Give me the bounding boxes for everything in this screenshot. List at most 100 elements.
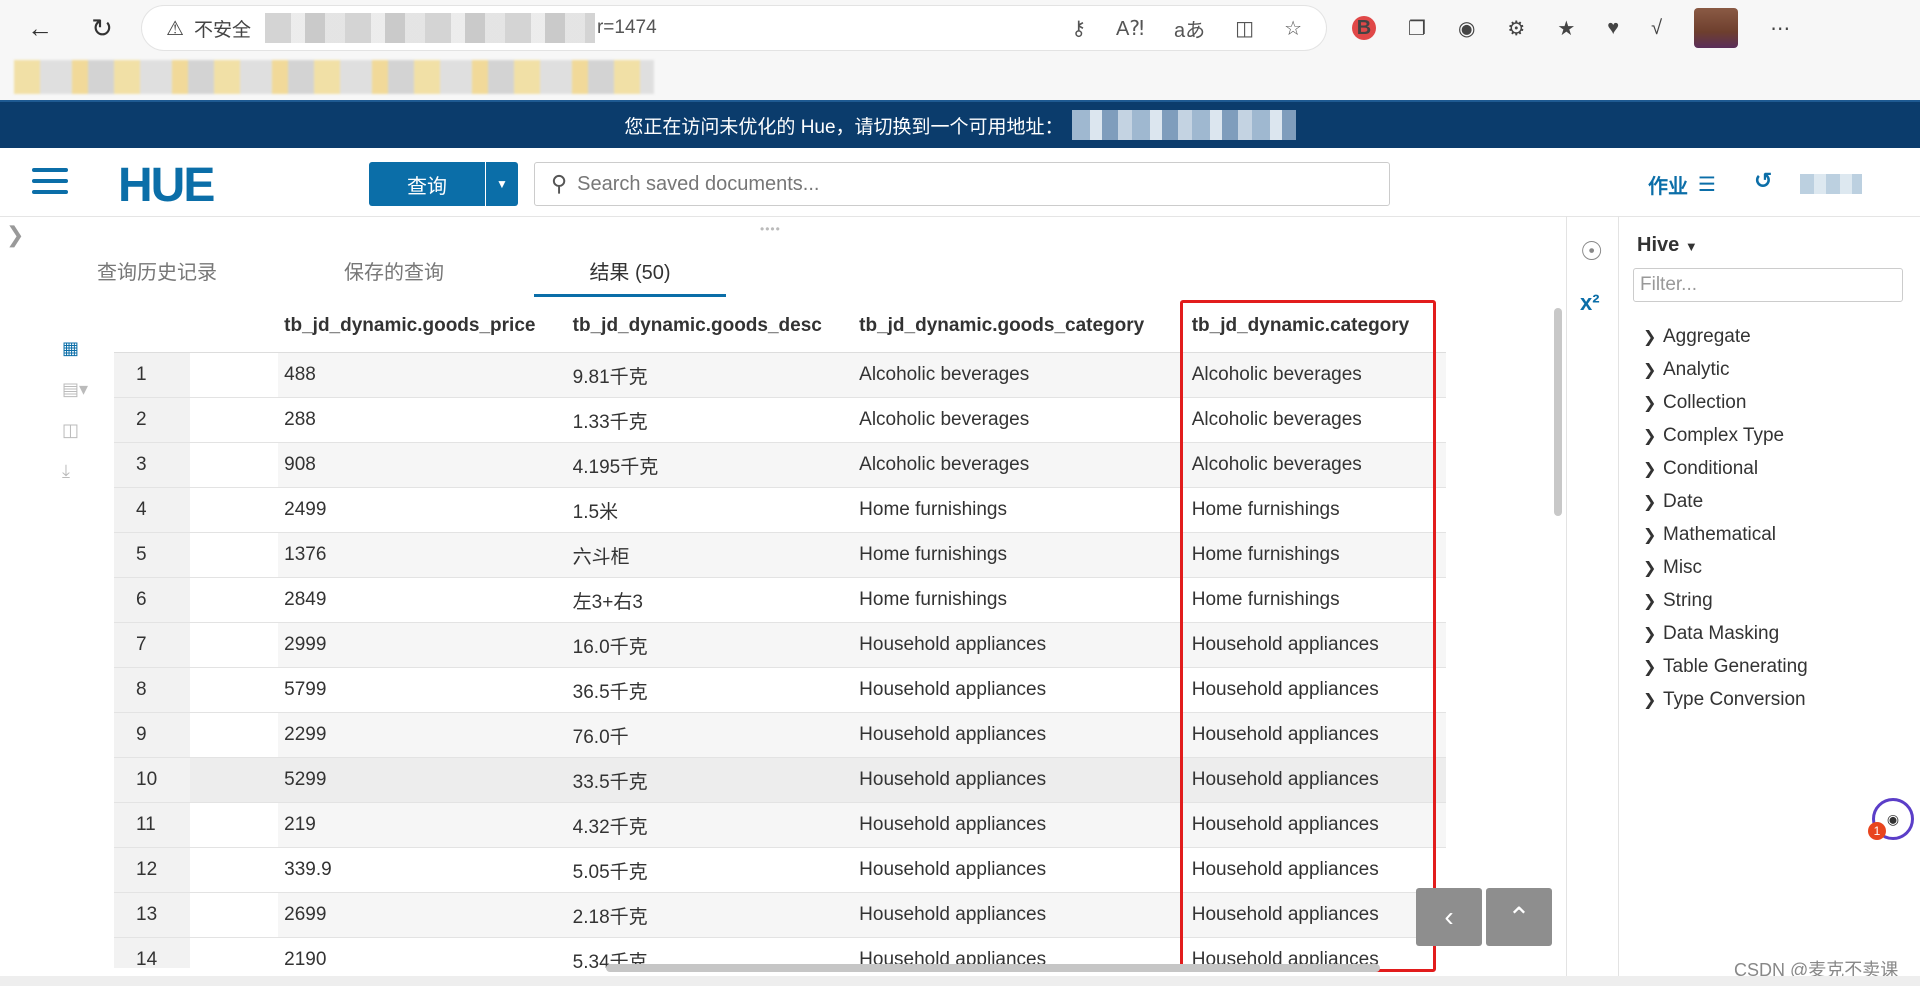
left-panel-toggle-icon[interactable]: ❯ bbox=[6, 222, 24, 248]
function-category-item[interactable]: ❯ String bbox=[1643, 584, 1808, 617]
function-category-item[interactable]: ❯ Table Generating bbox=[1643, 650, 1808, 683]
reload-icon[interactable]: ↻ bbox=[82, 8, 122, 48]
functions-icon[interactable]: x² bbox=[1580, 290, 1600, 316]
cell-goods-desc[interactable]: 4.32千克 bbox=[566, 802, 854, 848]
row-number[interactable]: 10 bbox=[114, 757, 191, 803]
cell-goods-category[interactable]: Household appliances bbox=[853, 667, 1174, 713]
cell-category[interactable]: Home furnishings bbox=[1173, 577, 1446, 623]
cell-goods-desc[interactable]: 33.5千克 bbox=[566, 757, 854, 803]
row-number[interactable]: 11 bbox=[114, 802, 191, 848]
cell-goods-price[interactable]: 2699 bbox=[278, 892, 567, 938]
cell-goods-price[interactable]: 2299 bbox=[278, 712, 567, 758]
more-menu-icon[interactable]: ⋯ bbox=[1770, 16, 1790, 41]
col-header-goods-price[interactable]: tb_jd_dynamic.goods_price bbox=[278, 300, 567, 353]
cell-goods-desc[interactable]: 36.5千克 bbox=[566, 667, 854, 713]
cell-goods-category[interactable]: Alcoholic beverages bbox=[853, 352, 1174, 398]
results-grid[interactable]: tb_jd_dynamic.goods_price tb_jd_dynamic.… bbox=[114, 300, 1446, 968]
cell-goods-price[interactable]: 1376 bbox=[278, 532, 567, 578]
table-row[interactable]: 7 2999 16.0千克 Household appliances Household… bbox=[114, 622, 1446, 668]
row-number[interactable]: 5 bbox=[114, 532, 191, 578]
cell-goods-category[interactable]: Household appliances bbox=[853, 757, 1174, 803]
collections-icon[interactable]: ❐ bbox=[1408, 16, 1426, 41]
scroll-top-button[interactable]: ⌃ bbox=[1486, 888, 1552, 946]
cell-goods-price[interactable]: 5799 bbox=[278, 667, 567, 713]
cell-goods-desc[interactable]: 4.195千克 bbox=[566, 442, 854, 488]
cell-goods-price[interactable]: 2190 bbox=[278, 937, 567, 968]
cell-category[interactable]: Home furnishings bbox=[1173, 487, 1446, 533]
table-row[interactable]: 1 488 9.81千克 Alcoholic beverages Alcoholic b… bbox=[114, 352, 1446, 398]
translate-icon[interactable]: aあ bbox=[1174, 14, 1205, 43]
cell-goods-price[interactable]: 219 bbox=[278, 802, 567, 848]
hamburger-menu-icon[interactable] bbox=[32, 168, 68, 196]
grid-view-icon[interactable]: ▦ bbox=[62, 338, 88, 359]
cell-goods-desc[interactable]: 1.5米 bbox=[566, 487, 854, 533]
cell-goods-category[interactable]: Alcoholic beverages bbox=[853, 397, 1174, 443]
favorite-star-icon[interactable]: ☆ bbox=[1284, 16, 1302, 41]
hue-logo[interactable]: HUE bbox=[118, 158, 215, 213]
row-number[interactable]: 7 bbox=[114, 622, 191, 668]
row-number[interactable]: 2 bbox=[114, 397, 191, 443]
cell-goods-category[interactable]: Household appliances bbox=[853, 622, 1174, 668]
cell-goods-desc[interactable]: 六斗柜 bbox=[566, 532, 854, 578]
row-number[interactable]: 12 bbox=[114, 847, 191, 893]
columns-icon[interactable]: ◫ bbox=[62, 420, 88, 441]
cell-category[interactable]: Alcoholic beverages bbox=[1173, 352, 1446, 398]
table-row[interactable]: 11 219 4.32千克 Household appliances Household… bbox=[114, 802, 1446, 848]
owl-extension-icon[interactable]: ◉ bbox=[1458, 16, 1475, 41]
cell-category[interactable]: Alcoholic beverages bbox=[1173, 397, 1446, 443]
horizontal-scrollbar[interactable] bbox=[606, 964, 1380, 972]
col-header-goods-desc[interactable]: tb_jd_dynamic.goods_desc bbox=[566, 300, 854, 353]
function-category-item[interactable]: ❯ Complex Type bbox=[1643, 419, 1808, 452]
row-number[interactable]: 13 bbox=[114, 892, 191, 938]
cell-category[interactable]: Household appliances bbox=[1173, 847, 1446, 893]
address-bar[interactable]: ⚠ 不安全 r=1474 ⚷ A⁈ aあ ◫ ☆ bbox=[142, 6, 1326, 50]
extension-b-icon[interactable]: B bbox=[1352, 16, 1376, 40]
tab-query-history[interactable]: 查询历史记录 bbox=[60, 246, 254, 294]
cell-category[interactable]: Alcoholic beverages bbox=[1173, 442, 1446, 488]
favorites-list-icon[interactable]: ★ bbox=[1557, 16, 1575, 41]
download-icon[interactable]: ⤓ bbox=[62, 461, 88, 482]
table-row[interactable]: 5 1376 六斗柜 Home furnishings Home furnishings bbox=[114, 532, 1446, 578]
cell-goods-desc[interactable]: 1.33千克 bbox=[566, 397, 854, 443]
cell-goods-desc[interactable]: 9.81千克 bbox=[566, 352, 854, 398]
cell-goods-category[interactable]: Home furnishings bbox=[853, 487, 1174, 533]
cell-goods-category[interactable]: Household appliances bbox=[853, 802, 1174, 848]
row-number[interactable]: 8 bbox=[114, 667, 191, 713]
key-icon[interactable]: ⚷ bbox=[1071, 16, 1086, 41]
function-category-item[interactable]: ❯ Conditional bbox=[1643, 452, 1808, 485]
jobs-button[interactable]: 作业 ☰ bbox=[1648, 170, 1716, 199]
cell-goods-price[interactable]: 288 bbox=[278, 397, 567, 443]
cell-goods-category[interactable]: Household appliances bbox=[853, 892, 1174, 938]
cell-goods-desc[interactable]: 左3+右3 bbox=[566, 577, 854, 623]
cell-category[interactable]: Household appliances bbox=[1173, 757, 1446, 803]
table-row[interactable]: 4 2499 1.5米 Home furnishings Home furnishing… bbox=[114, 487, 1446, 533]
row-number[interactable]: 14 bbox=[114, 937, 191, 968]
split-screen-icon[interactable]: ◫ bbox=[1235, 16, 1254, 41]
cell-goods-category[interactable]: Home furnishings bbox=[853, 532, 1174, 578]
function-category-item[interactable]: ❯ Collection bbox=[1643, 386, 1808, 419]
cell-category[interactable]: Household appliances bbox=[1173, 667, 1446, 713]
chart-view-icon[interactable]: ▤▾ bbox=[62, 379, 88, 400]
math-solver-icon[interactable]: √ bbox=[1651, 17, 1662, 40]
table-row[interactable]: 8 5799 36.5千克 Household appliances Household… bbox=[114, 667, 1446, 713]
back-icon[interactable]: ← bbox=[20, 8, 60, 48]
cell-goods-desc[interactable]: 2.18千克 bbox=[566, 892, 854, 938]
table-row[interactable]: 12 339.9 5.05千克 Household appliances Househo… bbox=[114, 847, 1446, 893]
cell-goods-price[interactable]: 2849 bbox=[278, 577, 567, 623]
row-number[interactable]: 4 bbox=[114, 487, 191, 533]
engine-selector[interactable]: Hive ▼ bbox=[1637, 234, 1698, 257]
row-number[interactable]: 9 bbox=[114, 712, 191, 758]
vertical-scrollbar[interactable] bbox=[1554, 308, 1562, 516]
table-row[interactable]: 13 2699 2.18千克 Household appliances Househol… bbox=[114, 892, 1446, 938]
table-row[interactable]: 6 2849 左3+右3 Home furnishings Home furnishin… bbox=[114, 577, 1446, 623]
function-category-item[interactable]: ❯ Data Masking bbox=[1643, 617, 1808, 650]
tab-results[interactable]: 结果 (50) bbox=[534, 246, 726, 297]
cell-category[interactable]: Household appliances bbox=[1173, 892, 1446, 938]
row-number[interactable]: 3 bbox=[114, 442, 191, 488]
function-category-item[interactable]: ❯ Misc bbox=[1643, 551, 1808, 584]
col-header-goods-category[interactable]: tb_jd_dynamic.goods_category bbox=[853, 300, 1174, 353]
table-row[interactable]: 3 908 4.195千克 Alcoholic beverages Alcoholic … bbox=[114, 442, 1446, 488]
read-aloud-icon[interactable]: A⁈ bbox=[1116, 16, 1144, 41]
cell-goods-price[interactable]: 2499 bbox=[278, 487, 567, 533]
row-number[interactable]: 6 bbox=[114, 577, 191, 623]
